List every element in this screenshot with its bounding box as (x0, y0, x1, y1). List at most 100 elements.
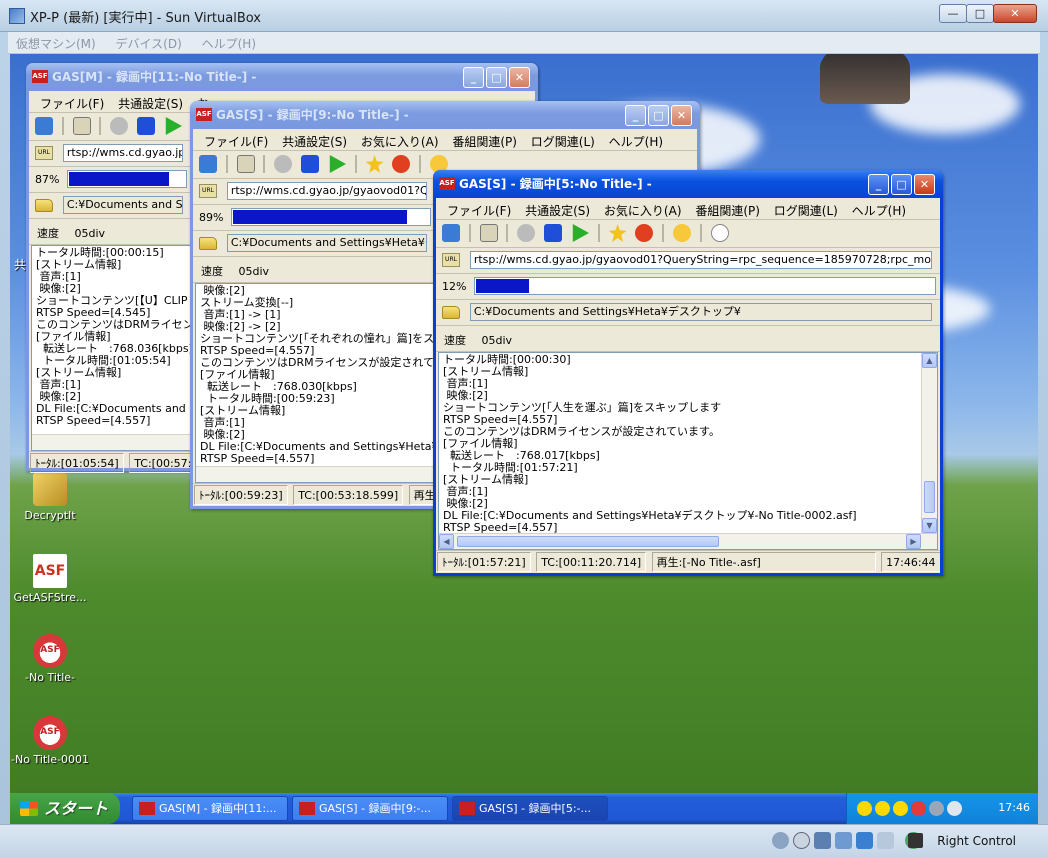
asf-file-icon (33, 716, 67, 750)
menu-log[interactable]: ログ関連(L) (769, 198, 843, 219)
desktop-icon-label: DecryptIt (24, 509, 76, 522)
edit-icon[interactable] (236, 155, 255, 173)
taskbar-clock[interactable]: 17:46 (998, 801, 1030, 814)
stop-icon[interactable] (544, 224, 563, 242)
stop-icon[interactable] (301, 155, 320, 173)
star-icon[interactable] (365, 155, 384, 173)
menu-program[interactable]: 番組関連(P) (690, 198, 765, 219)
desktop-icon-getasf[interactable]: ASF GetASFStre... (10, 554, 90, 604)
folder-icon[interactable] (442, 305, 460, 319)
close-button[interactable]: ✕ (914, 174, 935, 195)
window-title: GAS[M] - 録画中[11:-No Title-] - (52, 70, 257, 84)
play-icon[interactable] (165, 117, 182, 135)
maximize-button[interactable]: □ (648, 105, 669, 126)
desktop-icon-notitle[interactable]: -No Title- (10, 634, 90, 684)
host-menu-help[interactable]: ヘルプ(H) (194, 32, 264, 55)
info-icon[interactable] (710, 224, 729, 242)
record-icon[interactable] (517, 224, 536, 242)
play-icon[interactable] (572, 224, 589, 242)
usb-icon[interactable] (835, 832, 852, 849)
record-icon[interactable] (110, 117, 129, 135)
close-button[interactable]: ✕ (671, 105, 692, 126)
titlebar[interactable]: ASF GAS[S] - 録画中[9:-No Title-] - _ □ ✕ (190, 101, 700, 129)
host-menu-machine[interactable]: 仮想マシン(M) (8, 32, 104, 55)
host-close-button[interactable]: ✕ (993, 4, 1037, 23)
gas-window-s5[interactable]: ASF GAS[S] - 録画中[5:-No Title-] - _ □ ✕ フ… (433, 170, 943, 576)
host-menu-devices[interactable]: デバイス(D) (108, 32, 190, 55)
scroll-thumb[interactable] (457, 536, 719, 547)
menu-settings[interactable]: 共通設定(S) (277, 129, 352, 150)
titlebar[interactable]: ASF GAS[S] - 録画中[5:-No Title-] - _ □ ✕ (433, 170, 943, 198)
stop-icon[interactable] (137, 117, 156, 135)
star-icon[interactable] (608, 224, 627, 242)
edit-icon[interactable] (479, 224, 498, 242)
titlebar[interactable]: ASF GAS[M] - 録画中[11:-No Title-] - _ □ ✕ (26, 63, 538, 91)
play-icon[interactable] (329, 155, 346, 173)
menu-settings[interactable]: 共通設定(S) (520, 198, 595, 219)
asf-icon (139, 802, 155, 815)
speed-row: 速度 05div (436, 326, 940, 352)
shield-icon[interactable] (947, 801, 962, 816)
search-icon[interactable] (199, 155, 217, 173)
host-maximize-button[interactable]: □ (966, 4, 994, 23)
menu-file[interactable]: ファイル(F) (442, 198, 516, 219)
desktop-icon-label: GetASFStre... (13, 591, 87, 604)
scroll-left-icon[interactable]: ◀ (439, 534, 454, 549)
log-text: トータル時間:[00:00:30] [ストリーム情報] 音声:[1] 映像:[2… (443, 353, 857, 534)
search-icon[interactable] (442, 224, 460, 242)
pacman-icon[interactable] (857, 801, 872, 816)
shared-folder-icon[interactable] (856, 832, 873, 849)
minimize-button[interactable]: _ (625, 105, 646, 126)
security-icon[interactable] (911, 801, 926, 816)
desktop-icon-decryptit[interactable]: DecryptIt (10, 472, 90, 522)
folder-icon[interactable] (35, 198, 53, 212)
menu-program[interactable]: 番組関連(P) (447, 129, 522, 150)
scroll-down-icon[interactable]: ▼ (922, 518, 937, 533)
smiley-icon[interactable] (673, 224, 692, 242)
menu-file[interactable]: ファイル(F) (35, 91, 109, 112)
minimize-button[interactable]: _ (868, 174, 889, 195)
maximize-button[interactable]: □ (891, 174, 912, 195)
menu-settings[interactable]: 共通設定(S) (113, 91, 188, 112)
menu-favorites[interactable]: お気に入り(A) (599, 198, 687, 219)
edit-icon[interactable] (72, 117, 91, 135)
horizontal-scrollbar[interactable]: ◀ ▶ (439, 533, 937, 549)
scroll-thumb[interactable] (924, 481, 935, 513)
start-button[interactable]: スタート (10, 793, 120, 824)
alarm-icon[interactable] (392, 155, 411, 173)
url-select[interactable]: rtsp://wms.cd.gyao.jp/gyaovod01?QueryStr… (469, 251, 932, 269)
url-input[interactable]: rtsp://wms.cd.gyao.jp/g (62, 144, 183, 162)
taskbar-item-gas-s5[interactable]: GAS[S] - 録画中[5:-... (452, 796, 608, 821)
search-icon[interactable] (35, 117, 53, 135)
minimize-button[interactable]: _ (463, 67, 484, 88)
display-icon[interactable] (877, 832, 894, 849)
log-panel[interactable]: トータル時間:[00:00:30] [ストリーム情報] 音声:[1] 映像:[2… (438, 352, 938, 550)
harddisk-icon[interactable] (772, 832, 789, 849)
smiley-tray-icon[interactable] (893, 801, 908, 816)
menu-file[interactable]: ファイル(F) (199, 129, 273, 150)
close-button[interactable]: ✕ (509, 67, 530, 88)
url-input[interactable]: rtsp://wms.cd.gyao.jp/gyaovod01?Query (226, 182, 427, 200)
separator (506, 224, 509, 242)
network-adapter-icon[interactable] (814, 832, 831, 849)
taskbar-item-gas-m[interactable]: GAS[M] - 録画中[11:... (132, 796, 288, 821)
menu-help[interactable]: ヘルプ(H) (847, 198, 911, 219)
separator (99, 117, 102, 135)
desktop-icon-notitle-0001[interactable]: -No Title-0001 (10, 716, 90, 766)
menu-favorites[interactable]: お気に入り(A) (356, 129, 444, 150)
vertical-scrollbar[interactable]: ▲ ▼ (921, 353, 937, 533)
host-minimize-button[interactable]: — (939, 4, 967, 23)
taskbar-item-gas-s9[interactable]: GAS[S] - 録画中[9:-... (292, 796, 448, 821)
smiley-tray-icon[interactable] (875, 801, 890, 816)
record-icon[interactable] (274, 155, 293, 173)
scroll-right-icon[interactable]: ▶ (906, 534, 921, 549)
menu-help[interactable]: ヘルプ(H) (604, 129, 668, 150)
cdrom-icon[interactable] (793, 832, 810, 849)
menu-log[interactable]: ログ関連(L) (526, 129, 600, 150)
folder-icon[interactable] (199, 236, 217, 250)
scroll-up-icon[interactable]: ▲ (922, 353, 937, 368)
maximize-button[interactable]: □ (486, 67, 507, 88)
task-label: GAS[S] - 録画中[9:-... (319, 802, 432, 815)
alarm-icon[interactable] (635, 224, 654, 242)
network-icon[interactable] (929, 801, 944, 816)
